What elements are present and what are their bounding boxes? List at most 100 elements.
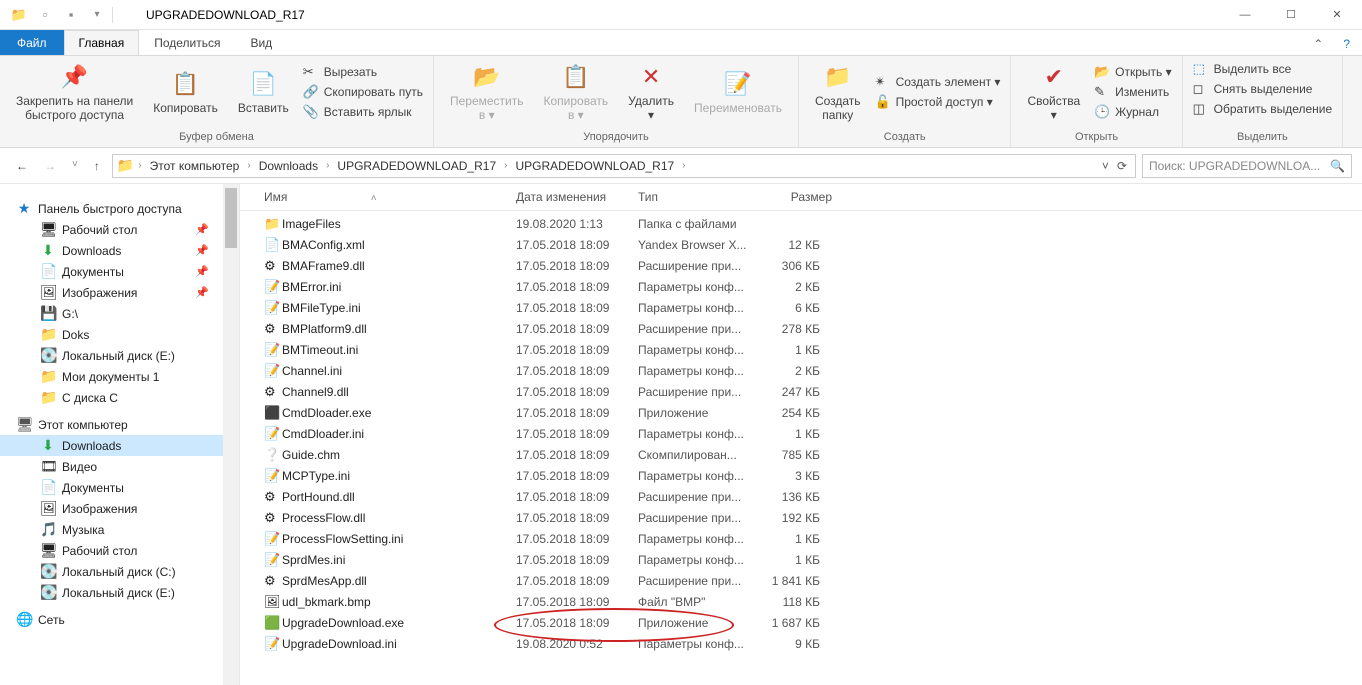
file-row[interactable]: 🖼udl_bkmark.bmp17.05.2018 18:09Файл "BMP… — [240, 591, 1362, 612]
close-button[interactable]: ✕ — [1314, 0, 1360, 30]
group-label: Создать — [809, 131, 1001, 145]
address-bar[interactable]: 📁 › Этот компьютер› Downloads› UPGRADEDO… — [112, 154, 1136, 178]
sidebar-item[interactable]: 🎞Видео — [0, 456, 239, 477]
delete-button[interactable]: ✕Удалить ▾ — [622, 60, 680, 125]
sidebar-item[interactable]: 🖥Рабочий стол📌 — [0, 219, 239, 240]
group-label: Открыть — [1021, 131, 1171, 145]
moveto-button[interactable]: 📂Переместить в ▾ — [444, 60, 530, 125]
scrollbar-thumb[interactable] — [225, 188, 237, 248]
help-icon[interactable]: ? — [1343, 37, 1350, 51]
file-row[interactable]: 📁ImageFiles19.08.2020 1:13Папка с файлам… — [240, 213, 1362, 234]
file-row[interactable]: 📝BMError.ini17.05.2018 18:09Параметры ко… — [240, 276, 1362, 297]
select-none-button[interactable]: ◻Снять выделение — [1193, 80, 1333, 98]
breadcrumb-item[interactable]: Этот компьютер — [146, 159, 244, 173]
sidebar-item[interactable]: ⬇Downloads — [0, 435, 239, 456]
forward-button[interactable]: → — [44, 159, 56, 173]
qat-dropdown[interactable]: ▾ — [86, 4, 108, 26]
open-button[interactable]: 📂Открыть ▾ — [1094, 63, 1171, 81]
file-row[interactable]: ⚙ProcessFlow.dll17.05.2018 18:09Расширен… — [240, 507, 1362, 528]
copy-button[interactable]: 📋Копировать — [147, 67, 224, 117]
sidebar-item[interactable]: 📄Документы — [0, 477, 239, 498]
file-row[interactable]: ⚙Channel9.dll17.05.2018 18:09Расширение … — [240, 381, 1362, 402]
select-all-button[interactable]: ⬚Выделить все — [1193, 60, 1333, 78]
qat-item[interactable]: ▪ — [60, 4, 82, 26]
group-label: Буфер обмена — [10, 131, 423, 145]
maximize-button[interactable]: ☐ — [1268, 0, 1314, 30]
sidebar-item[interactable]: 📁С диска С — [0, 387, 239, 408]
cut-button[interactable]: ✂Вырезать — [303, 63, 423, 81]
file-row[interactable]: 📝Channel.ini17.05.2018 18:09Параметры ко… — [240, 360, 1362, 381]
pin-button[interactable]: 📌Закрепить на панели быстрого доступа — [10, 60, 139, 125]
refresh-icon[interactable]: ⟳ — [1117, 159, 1127, 173]
sidebar-item[interactable]: 🎵Музыка — [0, 519, 239, 540]
file-row[interactable]: 📝ProcessFlowSetting.ini17.05.2018 18:09П… — [240, 528, 1362, 549]
search-box[interactable]: Поиск: UPGRADEDOWNLOA... 🔍 — [1142, 154, 1352, 178]
sidebar-item[interactable]: 📁Doks — [0, 324, 239, 345]
file-row[interactable]: ⚙BMAFrame9.dll17.05.2018 18:09Расширение… — [240, 255, 1362, 276]
ribbon: 📌Закрепить на панели быстрого доступа 📋К… — [0, 56, 1362, 148]
addr-dropdown-icon[interactable]: ˅ — [1102, 159, 1109, 173]
file-row[interactable]: ❔Guide.chm17.05.2018 18:09Скомпилирован.… — [240, 444, 1362, 465]
sidebar-item[interactable]: ⬇Downloads📌 — [0, 240, 239, 261]
breadcrumb-item[interactable]: UPGRADEDOWNLOAD_R17 — [333, 159, 500, 173]
minimize-button[interactable]: — — [1222, 0, 1268, 30]
rename-button[interactable]: 📝Переименовать — [688, 67, 788, 117]
paste-button[interactable]: 📄Вставить — [232, 67, 295, 117]
sidebar-item[interactable]: 🖼Изображения — [0, 498, 239, 519]
sidebar-section[interactable]: 🌐Сеть — [0, 609, 239, 630]
file-list: Имя ˄ Дата изменения Тип Размер 📁ImageFi… — [240, 184, 1362, 685]
tab-file[interactable]: Файл — [0, 30, 64, 55]
sidebar-section[interactable]: 🖥Этот компьютер — [0, 414, 239, 435]
easy-access-button[interactable]: 🔓Простой доступ ▾ — [875, 93, 1001, 111]
sidebar-item[interactable]: 🖼Изображения📌 — [0, 282, 239, 303]
file-row[interactable]: 📝BMTimeout.ini17.05.2018 18:09Параметры … — [240, 339, 1362, 360]
file-row[interactable]: 📝MCPType.ini17.05.2018 18:09Параметры ко… — [240, 465, 1362, 486]
sidebar-item[interactable]: 📁Мои документы 1 — [0, 366, 239, 387]
copyto-button[interactable]: 📋Копировать в ▾ — [538, 60, 615, 125]
file-row[interactable]: ⚙SprdMesApp.dll17.05.2018 18:09Расширени… — [240, 570, 1362, 591]
file-row[interactable]: ⚙BMPlatform9.dll17.05.2018 18:09Расширен… — [240, 318, 1362, 339]
history-button[interactable]: 🕒Журнал — [1094, 103, 1171, 121]
col-name[interactable]: Имя ˄ — [264, 190, 516, 204]
back-button[interactable]: ← — [16, 159, 28, 173]
file-row[interactable]: ⚙PortHound.dll17.05.2018 18:09Расширение… — [240, 486, 1362, 507]
ribbon-minimize-icon[interactable]: ⌃ — [1313, 37, 1323, 51]
tab-share[interactable]: Поделиться — [139, 30, 235, 55]
recent-button[interactable]: ˅ — [72, 159, 78, 173]
file-row[interactable]: 📝CmdDloader.ini17.05.2018 18:09Параметры… — [240, 423, 1362, 444]
new-folder-button[interactable]: 📁Создать папку — [809, 60, 867, 125]
app-folder-icon: 📁 — [8, 4, 30, 26]
qat-item[interactable]: ▫ — [34, 4, 56, 26]
sidebar-section[interactable]: ★Панель быстрого доступа — [0, 198, 239, 219]
sidebar-item[interactable]: 🖥Рабочий стол — [0, 540, 239, 561]
edit-button[interactable]: ✎Изменить — [1094, 83, 1171, 101]
file-row[interactable]: 📝SprdMes.ini17.05.2018 18:09Параметры ко… — [240, 549, 1362, 570]
breadcrumb-item[interactable]: Downloads — [255, 159, 322, 173]
tab-view[interactable]: Вид — [235, 30, 287, 55]
breadcrumb-item[interactable]: UPGRADEDOWNLOAD_R17 — [511, 159, 678, 173]
paste-shortcut-button[interactable]: 📎Вставить ярлык — [303, 103, 423, 121]
group-label: Выделить — [1193, 131, 1333, 145]
nav-bar: ← → ˅ ↑ 📁 › Этот компьютер› Downloads› U… — [0, 148, 1362, 184]
copy-path-button[interactable]: 🔗Скопировать путь — [303, 83, 423, 101]
new-item-button[interactable]: ✴Создать элемент ▾ — [875, 73, 1001, 91]
sidebar-item[interactable]: 📄Документы📌 — [0, 261, 239, 282]
file-row[interactable]: 📄BMAConfig.xml17.05.2018 18:09Yandex Bro… — [240, 234, 1362, 255]
invert-selection-button[interactable]: ◫Обратить выделение — [1193, 100, 1333, 118]
col-type[interactable]: Тип — [638, 190, 768, 204]
file-row[interactable]: 📝BMFileType.ini17.05.2018 18:09Параметры… — [240, 297, 1362, 318]
tab-home[interactable]: Главная — [64, 30, 140, 55]
sidebar-item[interactable]: 💾G:\ — [0, 303, 239, 324]
scrollbar[interactable] — [223, 184, 239, 685]
file-row[interactable]: 📝UpgradeDownload.ini19.08.2020 0:52Парам… — [240, 633, 1362, 654]
up-button[interactable]: ↑ — [94, 159, 100, 173]
sidebar-item[interactable]: 💽Локальный диск (E:) — [0, 582, 239, 603]
sidebar-item[interactable]: 💽Локальный диск (E:) — [0, 345, 239, 366]
col-date[interactable]: Дата изменения — [516, 190, 638, 204]
col-size[interactable]: Размер — [768, 190, 838, 204]
file-row[interactable]: ⬛CmdDloader.exe17.05.2018 18:09Приложени… — [240, 402, 1362, 423]
file-row[interactable]: 🟩UpgradeDownload.exe17.05.2018 18:09Прил… — [240, 612, 1362, 633]
search-icon: 🔍 — [1330, 159, 1345, 173]
sidebar-item[interactable]: 💽Локальный диск (C:) — [0, 561, 239, 582]
properties-button[interactable]: ✔Свойства ▾ — [1021, 60, 1086, 125]
